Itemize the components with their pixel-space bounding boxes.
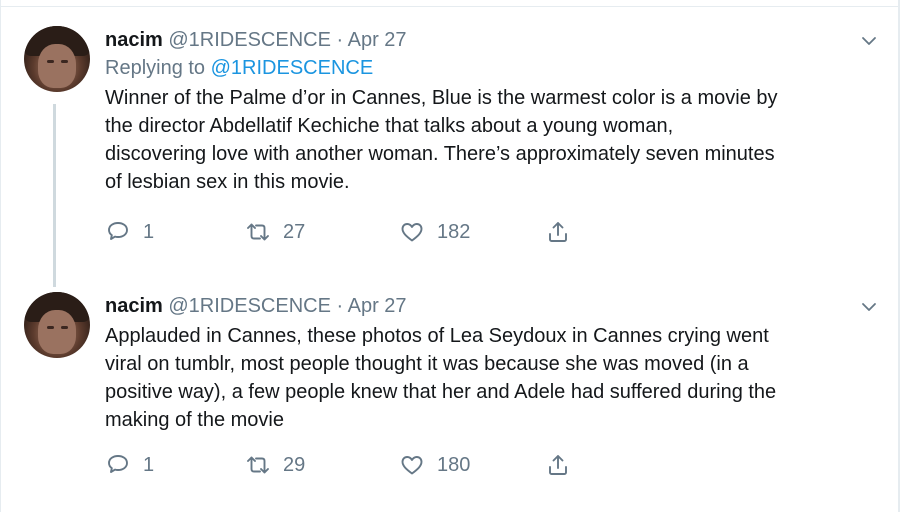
reply-button[interactable]: 1 [105,217,154,247]
reply-icon [108,222,128,240]
like-count: 182 [437,220,471,243]
separator-dot: · [336,29,344,51]
reply-icon [108,455,128,473]
share-icon [549,455,567,475]
reply-button[interactable]: 1 [105,450,154,480]
heart-icon [401,223,423,242]
display-name[interactable]: nacim [105,295,163,317]
tweet[interactable]: nacim @1RIDESCENCE · Apr 27 Applauded in… [0,280,900,512]
like-button[interactable]: 180 [399,450,470,480]
user-handle[interactable]: @1RIDESCENCE [168,29,331,51]
retweet-count: 29 [283,453,306,476]
tweet-actions: 1 27 182 [105,217,625,247]
avatar[interactable] [24,26,90,92]
thread-connector-line [53,104,56,287]
retweet-icon [247,223,269,241]
retweet-button[interactable]: 29 [245,450,305,480]
chevron-down-icon[interactable] [860,298,878,316]
tweet-date[interactable]: Apr 27 [348,29,407,51]
avatar[interactable] [24,292,90,358]
separator-dot: · [336,295,344,317]
retweet-button[interactable]: 27 [245,217,305,247]
tweet[interactable]: nacim @1RIDESCENCE · Apr 27 Replying to … [0,14,900,287]
chevron-down-icon[interactable] [860,32,878,50]
reply-count: 1 [143,220,155,243]
reply-count: 1 [143,453,155,476]
window-top-border [0,0,900,7]
retweet-icon [247,456,269,474]
share-icon [549,222,567,242]
share-button[interactable] [545,217,571,247]
heart-icon [401,456,423,475]
tweet-content: nacim @1RIDESCENCE · Apr 27 Replying to … [105,26,882,196]
share-button[interactable] [545,450,571,480]
tweet-text: Winner of the Palme d’or in Cannes, Blue… [105,87,778,193]
replying-to-line: Replying to @1RIDESCENCE [105,54,882,82]
like-count: 180 [437,453,471,476]
like-button[interactable]: 182 [399,217,470,247]
user-handle[interactable]: @1RIDESCENCE [168,295,331,317]
tweet-actions: 1 29 180 [105,450,625,480]
replying-to-link[interactable]: @1RIDESCENCE [211,57,374,79]
replying-to-label: Replying to [105,57,206,79]
tweet-header: nacim @1RIDESCENCE · Apr 27 [105,292,882,320]
tweet-header: nacim @1RIDESCENCE · Apr 27 [105,26,882,54]
tweet-text: Applauded in Cannes, these photos of Lea… [105,325,777,431]
display-name[interactable]: nacim [105,29,163,51]
tweet-date[interactable]: Apr 27 [348,295,407,317]
retweet-count: 27 [283,220,306,243]
tweet-content: nacim @1RIDESCENCE · Apr 27 Applauded in… [105,292,882,434]
